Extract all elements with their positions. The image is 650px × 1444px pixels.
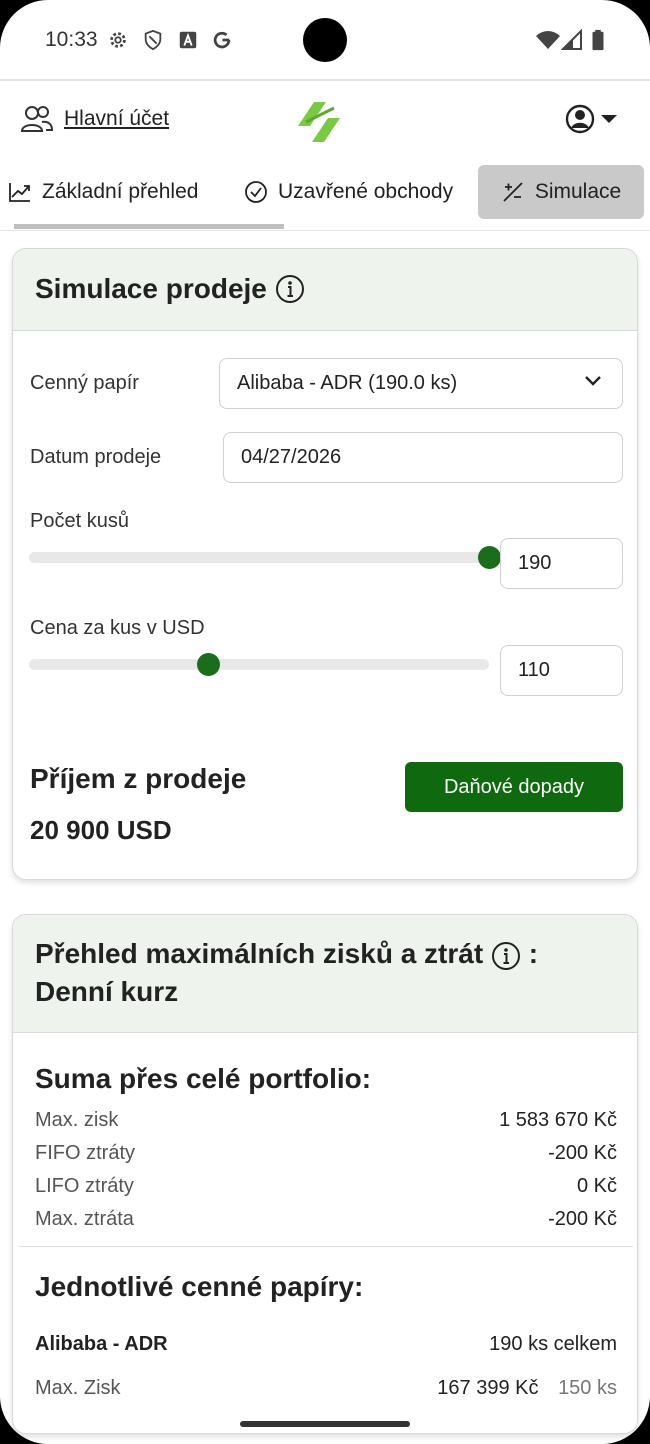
chart-line-icon [9,183,30,202]
shield-icon [144,29,162,51]
income-label: Příjem z prodeje [30,763,247,794]
security-detail-row: Max. Zisk 167 399 Kč 150 ks [35,1377,617,1400]
summary-row: LIFO ztráty 0 Kč [35,1175,617,1198]
count-input[interactable]: 190 [500,538,623,589]
security-max-values: 167 399 Kč 150 ks [437,1377,617,1400]
summary-row-label: Max. ztráta [35,1208,134,1230]
status-bar: 10:33 [0,0,650,81]
overview-subtitle: Denní kurz [35,976,179,1007]
overview-title-text: Přehled maximálních zisků a ztrát [35,938,484,969]
summary-row: FIFO ztráty -200 Kč [35,1142,617,1165]
wifi-icon [536,31,560,49]
section-divider [19,1246,633,1247]
simulation-title-text: Simulace prodeje [35,273,267,304]
summary-row-value: -200 Kč [548,1142,617,1164]
date-input[interactable]: 04/27/2026 [223,432,623,483]
count-label: Počet kusů [30,510,129,532]
app-logo [298,102,340,142]
summary-row-label: FIFO ztráty [35,1142,135,1164]
security-max-count: 150 ks [558,1377,617,1399]
summary-row-label: Max. zisk [35,1109,119,1131]
summary-row-value: 1 583 670 Kč [499,1109,617,1131]
summary-row-label: LIFO ztráty [35,1175,134,1197]
summary-row: Max. ztráta -200 Kč [35,1208,617,1231]
securities-title: Jednotlivé cenné papíry: [35,1271,364,1302]
security-max-label: Max. Zisk [35,1377,121,1399]
check-circle-icon [245,181,267,203]
security-row[interactable]: Alibaba - ADR 190 ks celkem [35,1333,617,1356]
tabs-divider [0,230,650,231]
google-icon [213,31,231,49]
simulation-card-header: Simulace prodeje [13,249,637,331]
tab-bar: Základní přehled Uzavřené obchody Simula… [0,162,650,232]
simulation-card: Simulace prodeje Cenný papír Alibaba - A… [12,248,638,880]
security-label: Cenný papír [30,372,139,394]
chevron-down-icon [585,376,601,386]
account-label[interactable]: Hlavní účet [64,107,169,131]
count-input-value: 190 [518,552,552,574]
security-select[interactable]: Alibaba - ADR (190.0 ks) [219,358,623,409]
tab-closed-trades[interactable]: Uzavřené obchody [244,165,453,219]
info-icon[interactable] [275,274,305,304]
count-slider-thumb[interactable] [478,546,501,569]
tab-simulation[interactable]: Simulace [478,165,644,219]
a-icon [179,31,197,49]
home-indicator[interactable] [240,1421,410,1427]
overview-title-suffix: : [528,938,539,969]
account-circle-icon [565,104,595,134]
security-max-value: 167 399 Kč [437,1377,539,1399]
summary-row-value: -200 Kč [548,1208,617,1230]
portfolio-title: Suma přes celé portfolio: [35,1063,372,1094]
count-slider[interactable] [29,546,501,569]
user-menu-button[interactable] [565,104,619,134]
tab-label: Simulace [534,180,622,203]
date-input-value: 04/27/2026 [241,446,342,468]
gear-icon [110,32,126,48]
overview-title: Přehled maximálních zisků a ztrát : Denn… [35,935,615,1011]
phone-screen: 10:33 Hlavní účet Základní přehled Uzavř… [0,0,650,1444]
summary-row: Max. zisk 1 583 670 Kč [35,1109,617,1132]
simulation-title: Simulace prodeje [35,270,305,308]
account-switcher[interactable]: Hlavní účet [20,104,169,134]
income-value: 20 900 USD [30,815,172,845]
overview-card: Přehled maximálních zisků a ztrát : Denn… [12,914,638,1434]
status-divider [0,79,650,81]
price-slider[interactable] [29,653,489,676]
camera-cutout [303,18,347,62]
tab-basic-overview[interactable]: Základní přehled [8,165,198,219]
battery-icon [592,29,604,51]
summary-row-value: 0 Kč [576,1175,617,1197]
tab-label: Uzavřené obchody [278,180,454,203]
security-name: Alibaba - ADR [35,1333,168,1355]
tax-impact-button[interactable]: Daňové dopady [405,762,623,812]
info-icon[interactable] [491,941,521,971]
security-total: 190 ks celkem [489,1333,617,1355]
plus-minus-icon [503,182,523,202]
price-input-value: 110 [518,659,550,681]
price-input[interactable]: 110 [500,645,623,696]
app-header: Hlavní účet [0,82,650,162]
signal-icon [561,29,582,50]
date-label: Datum prodeje [30,446,162,468]
tab-label: Základní přehled [42,180,199,203]
caret-down-icon [601,115,617,123]
price-slider-thumb[interactable] [197,653,221,676]
security-select-value: Alibaba - ADR (190.0 ks) [237,372,458,394]
price-label: Cena za kus v USD [30,617,205,639]
overview-card-header: Přehled maximálních zisků a ztrát : Denn… [13,915,637,1033]
tab-indicator [14,224,284,229]
users-icon [20,106,54,132]
status-time: 10:33 [45,28,98,51]
